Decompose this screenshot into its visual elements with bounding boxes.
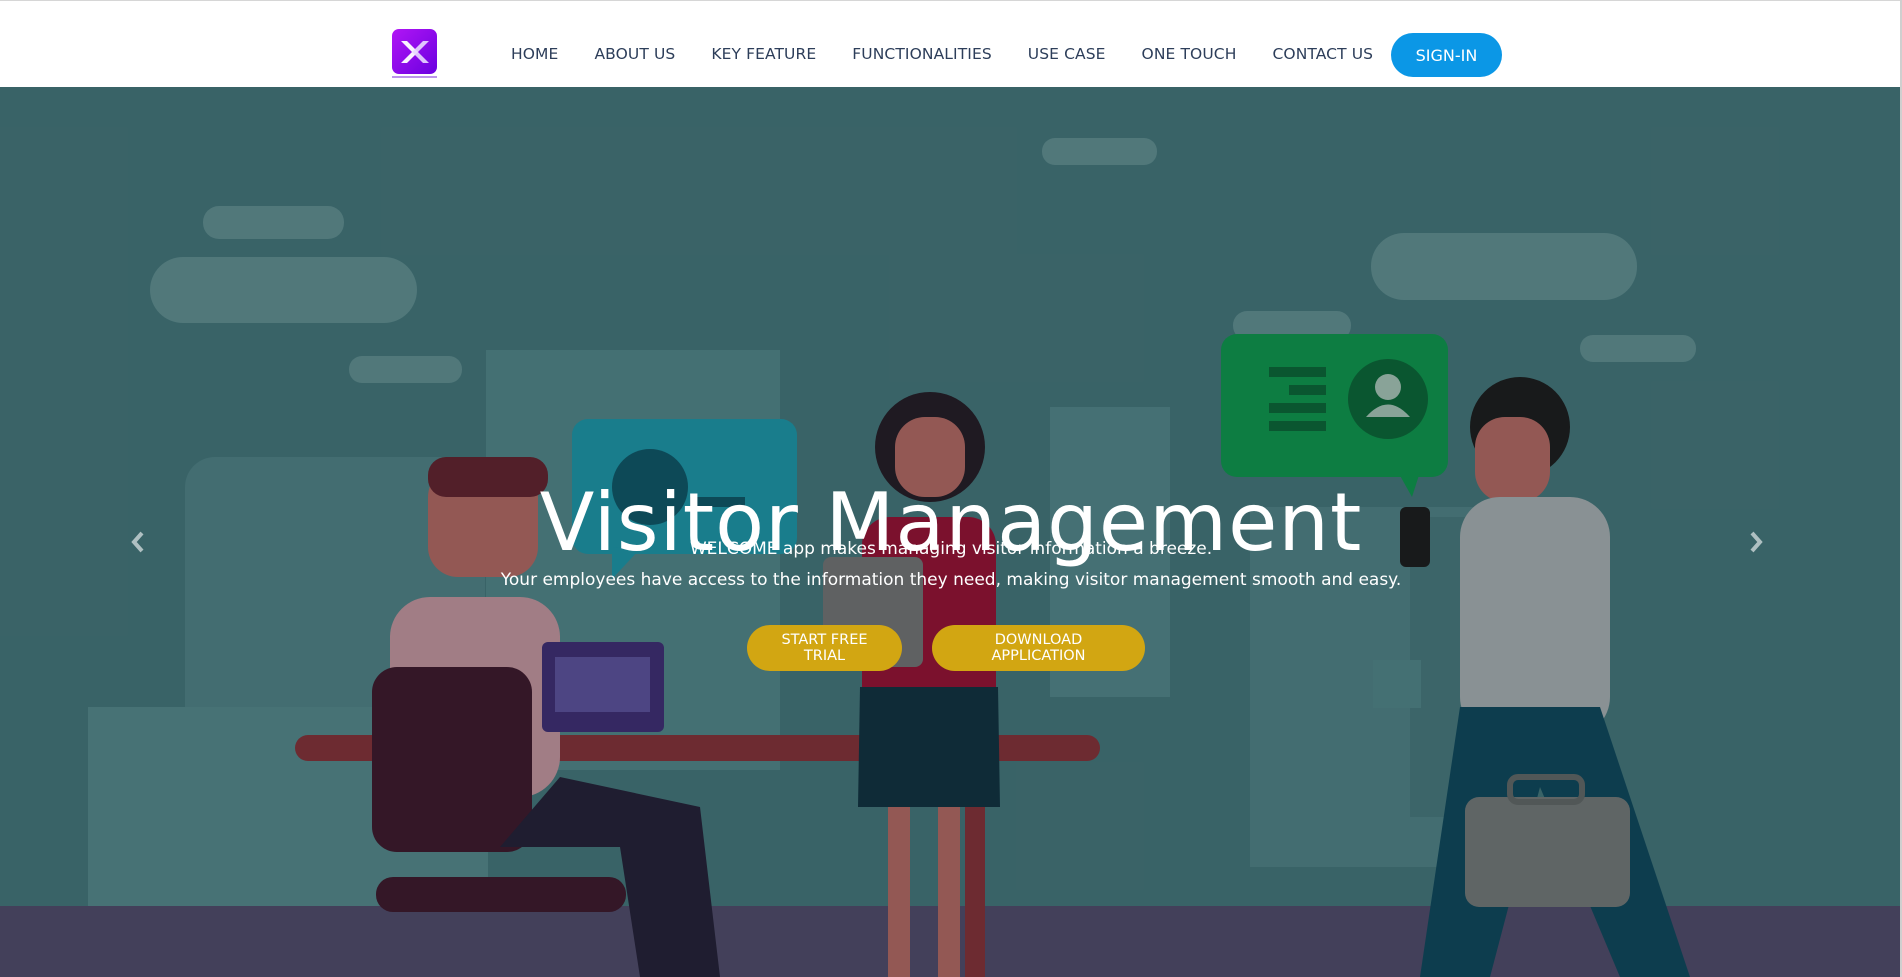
- nav-use-case[interactable]: USE CASE: [1028, 45, 1106, 63]
- sign-in-button[interactable]: SIGN-IN: [1391, 33, 1502, 77]
- top-navbar: HOME ABOUT US KEY FEATURE FUNCTIONALITIE…: [0, 0, 1902, 87]
- nav-one-touch[interactable]: ONE TOUCH: [1142, 45, 1237, 63]
- hero-subtitle-line-2: Your employees have access to the inform…: [500, 570, 1402, 590]
- hero-subtitle-line-1: WELCOME app makes managing visitor infor…: [689, 539, 1213, 559]
- nav-functionalities[interactable]: FUNCTIONALITIES: [852, 45, 992, 63]
- brand-logo[interactable]: [392, 29, 437, 79]
- chevron-left-icon[interactable]: [123, 527, 153, 562]
- nav-key-feature[interactable]: KEY FEATURE: [711, 45, 816, 63]
- nav-home[interactable]: HOME: [511, 45, 558, 63]
- logo-tagline: [392, 76, 437, 78]
- download-application-button[interactable]: DOWNLOAD APPLICATION: [932, 625, 1145, 671]
- chevron-right-icon[interactable]: [1741, 527, 1771, 562]
- nav-contact-us[interactable]: CONTACT US: [1272, 45, 1373, 63]
- main-nav: HOME ABOUT US KEY FEATURE FUNCTIONALITIE…: [511, 45, 1409, 63]
- hero-carousel: Visitor Management WELCOME app makes man…: [0, 87, 1902, 977]
- brand-logo-icon: [392, 29, 437, 74]
- start-free-trial-button[interactable]: START FREE TRIAL: [747, 625, 902, 671]
- nav-about-us[interactable]: ABOUT US: [594, 45, 675, 63]
